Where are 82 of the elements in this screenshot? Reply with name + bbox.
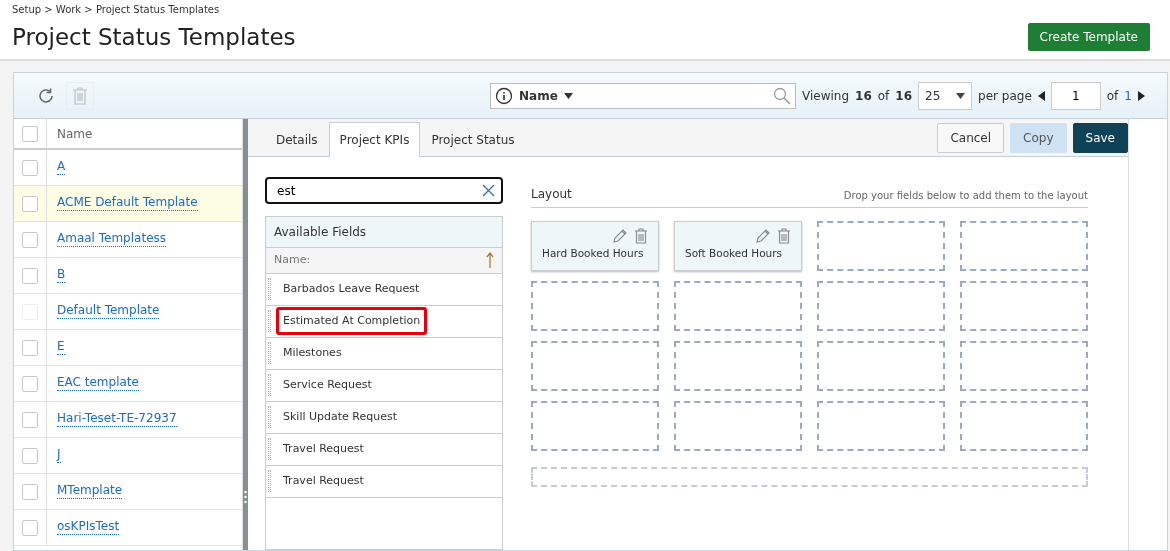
- action-button[interactable]: Copy: [1010, 122, 1067, 153]
- row-checkbox[interactable]: [22, 519, 38, 536]
- field-item[interactable]: Milestones: [276, 338, 349, 368]
- field-label: Hard Booked Hours: [542, 246, 645, 261]
- template-link[interactable]: EAC template: [57, 376, 139, 391]
- field-item[interactable]: Service Request: [276, 370, 379, 400]
- field-item[interactable]: Estimated At Completion: [276, 306, 428, 336]
- template-row[interactable]: Amaal Templatess: [14, 222, 242, 258]
- caret-icon: [956, 92, 966, 99]
- row-checkbox[interactable]: [22, 339, 38, 356]
- previous-page-icon[interactable]: [1037, 90, 1045, 101]
- template-link[interactable]: ACME Default Template: [57, 196, 198, 211]
- viewing-range: 16: [855, 87, 872, 105]
- template-link[interactable]: E: [57, 340, 65, 355]
- row-checkbox[interactable]: [22, 159, 38, 176]
- layout-field-card[interactable]: Soft Booked Hours: [674, 221, 802, 271]
- template-row[interactable]: E: [14, 330, 242, 366]
- pencil-icon[interactable]: [612, 228, 628, 244]
- layout-title: Layout: [531, 186, 572, 203]
- layout-field-card[interactable]: Hard Booked Hours: [531, 221, 659, 271]
- viewing-of-label: of: [877, 87, 890, 105]
- pencil-icon[interactable]: [755, 228, 771, 244]
- info-icon: [495, 86, 514, 105]
- caret-icon: [563, 92, 573, 99]
- page-size-select[interactable]: 25: [918, 81, 973, 110]
- action-button[interactable]: Cancel: [937, 122, 1005, 153]
- column-header: Name: [57, 125, 93, 143]
- field-item[interactable]: Skill Update Request: [276, 402, 405, 432]
- template-link[interactable]: osKPIsTest: [57, 520, 120, 535]
- field-item[interactable]: Travel Request: [276, 434, 371, 464]
- row-checkbox[interactable]: [22, 411, 38, 428]
- template-row[interactable]: MTemplate: [14, 474, 242, 510]
- template-link[interactable]: J: [57, 448, 61, 463]
- template-row[interactable]: osKPIsTest: [14, 510, 242, 546]
- page-count-link[interactable]: 1: [1124, 86, 1132, 105]
- trash-icon[interactable]: [777, 228, 791, 244]
- per-page-label: per page: [978, 87, 1032, 105]
- field-search-input[interactable]: est: [265, 177, 503, 204]
- search-icon: [773, 86, 792, 105]
- trash-icon[interactable]: [634, 228, 648, 244]
- create-template-button[interactable]: Create Template: [1027, 23, 1150, 51]
- grip-icon: [244, 490, 247, 504]
- search-field[interactable]: Name: [490, 82, 797, 109]
- template-row[interactable]: ACME Default Template: [14, 186, 242, 222]
- template-link[interactable]: B: [57, 268, 66, 283]
- template-row[interactable]: EAC template: [14, 366, 242, 402]
- of-label: of: [1106, 87, 1119, 105]
- tab[interactable]: Project KPIs: [328, 122, 421, 157]
- viewing-label: Viewing: [802, 87, 850, 105]
- breadcrumb: Setup > Work > Project Status Templates: [12, 3, 220, 17]
- row-checkbox[interactable]: [22, 375, 38, 392]
- tab[interactable]: Project Status: [420, 122, 526, 157]
- tab[interactable]: Details: [265, 122, 329, 157]
- clear-icon[interactable]: [482, 184, 495, 197]
- row-checkbox[interactable]: [22, 447, 38, 464]
- template-row[interactable]: B: [14, 258, 242, 294]
- field-label: Soft Booked Hours: [685, 246, 784, 261]
- template-link[interactable]: Amaal Templatess: [57, 232, 166, 247]
- template-row[interactable]: J: [14, 438, 242, 474]
- template-link[interactable]: A: [57, 160, 66, 175]
- field-item[interactable]: Travel Request: [276, 466, 371, 496]
- row-checkbox[interactable]: [22, 483, 38, 500]
- layout-hint: Drop your fields below to add them to the layout: [843, 189, 1088, 203]
- template-link[interactable]: Hari-Teset-TE-72937: [57, 412, 177, 427]
- viewing-total: 16: [895, 87, 913, 105]
- page-input[interactable]: 1: [1050, 81, 1101, 110]
- row-checkbox[interactable]: [22, 231, 38, 248]
- row-checkbox[interactable]: [22, 195, 38, 212]
- column-header: Name:: [274, 252, 311, 268]
- next-page-icon[interactable]: [1138, 90, 1145, 101]
- page-title: Project Status Templates: [12, 24, 296, 52]
- template-link[interactable]: MTemplate: [57, 484, 123, 499]
- trash-icon: [72, 86, 88, 105]
- sort-arrow-icon[interactable]: [486, 252, 494, 269]
- field-item[interactable]: Barbados Leave Request: [276, 274, 427, 304]
- action-button[interactable]: Save: [1072, 122, 1128, 153]
- splitter-handle[interactable]: [243, 119, 248, 550]
- search-filter-dropdown[interactable]: Name: [519, 86, 558, 105]
- row-checkbox[interactable]: [22, 267, 38, 284]
- available-fields-header: Available Fields: [266, 217, 502, 248]
- template-row[interactable]: Hari-Teset-TE-72937: [14, 402, 242, 438]
- select-all-checkbox[interactable]: [22, 125, 38, 142]
